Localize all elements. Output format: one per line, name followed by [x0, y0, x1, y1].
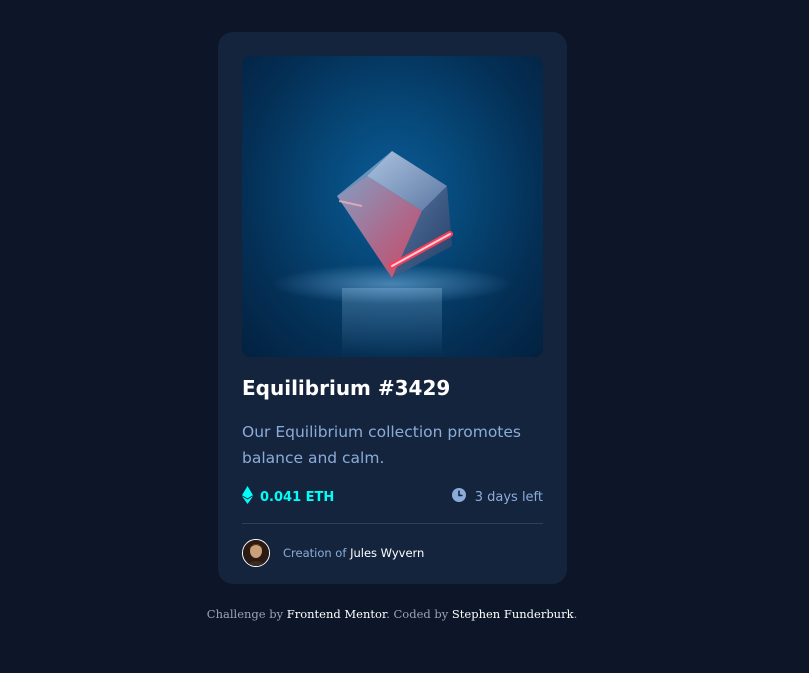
- price-value: 0.041 ETH: [260, 489, 335, 505]
- avatar: [242, 539, 270, 567]
- time-left-value: 3 days left: [474, 489, 543, 505]
- creator-name-link[interactable]: Jules Wyvern: [350, 546, 424, 560]
- challenge-prefix: Challenge by: [206, 607, 287, 621]
- nft-card: Equilibrium #3429 Our Equilibrium collec…: [218, 32, 567, 584]
- creator-row: Creation of Jules Wyvern: [242, 539, 543, 567]
- price-stat: 0.041 ETH: [242, 485, 335, 509]
- coded-prefix: . Coded by: [386, 607, 452, 621]
- nft-image[interactable]: [242, 56, 543, 357]
- nft-stats: 0.041 ETH 3 days left: [242, 485, 543, 509]
- cube-illustration: [272, 151, 512, 357]
- clock-icon: [451, 487, 466, 507]
- time-stat: 3 days left: [451, 487, 543, 507]
- frontend-mentor-link[interactable]: Frontend Mentor: [287, 607, 386, 621]
- creator-prefix: Creation of: [283, 546, 347, 560]
- ethereum-icon: [242, 485, 253, 509]
- creator-text: Creation of Jules Wyvern: [283, 546, 424, 560]
- nft-description: Our Equilibrium collection promotes bala…: [242, 423, 521, 467]
- author-link[interactable]: Stephen Funderburk: [452, 607, 574, 621]
- card-divider: [242, 523, 543, 524]
- nft-title[interactable]: Equilibrium #3429: [242, 376, 543, 400]
- attribution-suffix: .: [573, 607, 578, 621]
- attribution: Challenge by Frontend Mentor. Coded by S…: [0, 607, 784, 621]
